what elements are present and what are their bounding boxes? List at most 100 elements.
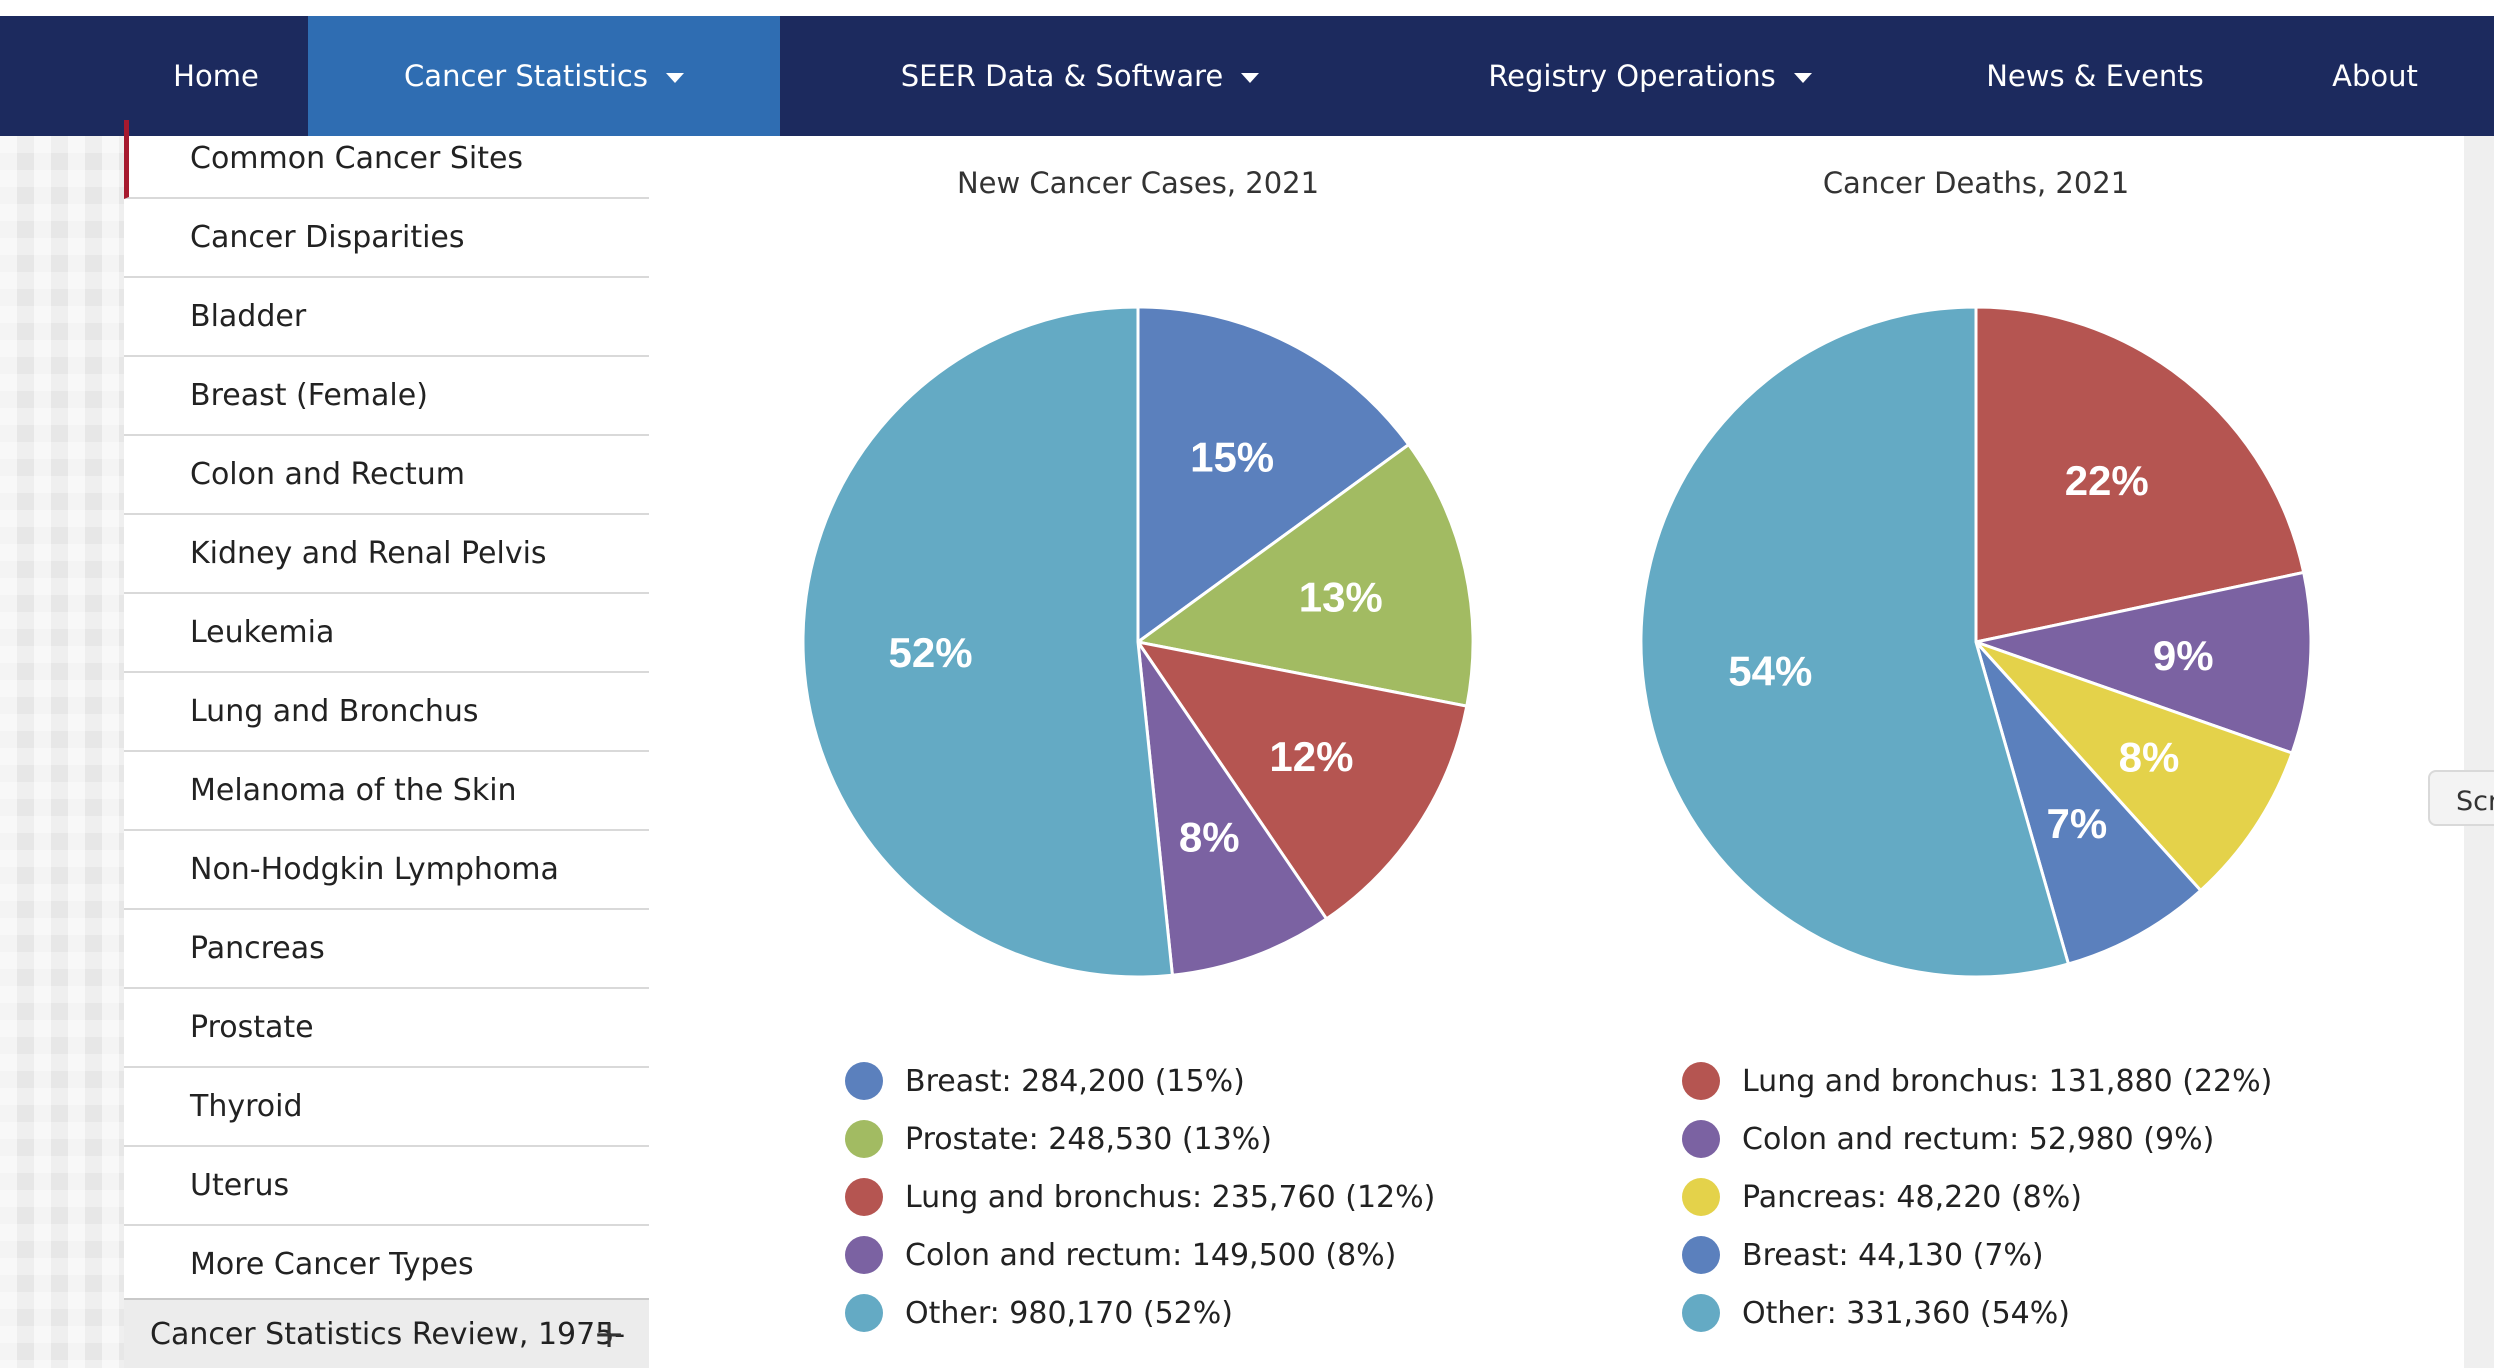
legend-item-lung-and-bronchus[interactable]: Lung and bronchus: 131,880 (22%) xyxy=(1682,1052,2272,1110)
background-pattern xyxy=(0,136,124,1368)
pie-slice-label-other: 54% xyxy=(1728,647,1812,694)
legend-color-swatch xyxy=(845,1120,883,1158)
legend-color-swatch xyxy=(845,1294,883,1332)
pie-slice-label-other: 52% xyxy=(889,629,973,676)
legend-item-other[interactable]: Other: 331,360 (54%) xyxy=(1682,1284,2272,1342)
pie-slice-label-breast: 7% xyxy=(2047,800,2108,847)
legend-label: Breast: 284,200 (15%) xyxy=(905,1063,1245,1099)
sidebar: Common Cancer Sites Cancer Disparities B… xyxy=(124,120,649,1368)
chevron-down-icon xyxy=(1241,73,1260,83)
sidebar-item-lung-and-bronchus[interactable]: Lung and Bronchus xyxy=(124,673,649,752)
sidebar-item-cancer-disparities[interactable]: Cancer Disparities xyxy=(124,199,649,278)
pie-slice-label-pancreas: 8% xyxy=(2119,733,2180,780)
sidebar-item-prostate[interactable]: Prostate xyxy=(124,989,649,1068)
top-strip xyxy=(0,0,2494,16)
pie-chart-deaths: 22% 9% 8%7% 54% xyxy=(1639,305,2313,979)
legend-new-cases: Breast: 284,200 (15%) Prostate: 248,530 (… xyxy=(845,1052,1435,1342)
pie-slice-label-breast: 15% xyxy=(1190,433,1274,480)
nav-seer-data-software-label: SEER Data & Software xyxy=(900,59,1224,93)
sidebar-item-label: Melanoma of the Skin xyxy=(190,773,517,808)
legend-item-pancreas[interactable]: Pancreas: 48,220 (8%) xyxy=(1682,1168,2272,1226)
legend-color-swatch xyxy=(1682,1294,1720,1332)
legend-color-swatch xyxy=(845,1178,883,1216)
sidebar-item-label: Prostate xyxy=(190,1010,314,1045)
legend-label: Colon and rectum: 149,500 (8%) xyxy=(905,1237,1397,1273)
sidebar-item-pancreas[interactable]: Pancreas xyxy=(124,910,649,989)
legend-item-colon-and-rectum[interactable]: Colon and rectum: 149,500 (8%) xyxy=(845,1226,1435,1284)
legend-label: Other: 331,360 (54%) xyxy=(1742,1295,2070,1331)
expand-plus-icon[interactable]: + xyxy=(593,1312,625,1356)
sidebar-item-label: Pancreas xyxy=(190,931,325,966)
nav-about-label: About xyxy=(2332,59,2418,93)
nav-home[interactable]: Home xyxy=(124,16,308,136)
pie-slice-label-colon-and-rectum: 8% xyxy=(1179,814,1240,861)
sidebar-item-thyroid[interactable]: Thyroid xyxy=(124,1068,649,1147)
sidebar-item-label: Leukemia xyxy=(190,615,335,650)
pie-slice-label-prostate: 13% xyxy=(1299,573,1383,620)
legend-item-prostate[interactable]: Prostate: 248,530 (13%) xyxy=(845,1110,1435,1168)
legend-item-breast[interactable]: Breast: 284,200 (15%) xyxy=(845,1052,1435,1110)
nav-cancer-statistics[interactable]: Cancer Statistics xyxy=(308,16,780,136)
sidebar-item-label: Common Cancer Sites xyxy=(190,141,524,176)
legend-label: Breast: 44,130 (7%) xyxy=(1742,1237,2044,1273)
legend-color-swatch xyxy=(1682,1062,1720,1100)
sidebar-item-label: Non-Hodgkin Lymphoma xyxy=(190,852,559,887)
legend-label: Prostate: 248,530 (13%) xyxy=(905,1121,1272,1157)
legend-color-swatch xyxy=(845,1236,883,1274)
nav-cancer-statistics-label: Cancer Statistics xyxy=(404,59,648,93)
sidebar-item-non-hodgkin-lymphoma[interactable]: Non-Hodgkin Lymphoma xyxy=(124,831,649,910)
sidebar-review-label: Cancer Statistics Review, 1975- xyxy=(150,1316,626,1352)
chevron-down-icon xyxy=(1793,73,1812,83)
nav-seer-data-software[interactable]: SEER Data & Software xyxy=(880,16,1280,136)
nav-home-label: Home xyxy=(173,59,259,93)
chart-title-new-cases: New Cancer Cases, 2021 xyxy=(956,166,1320,200)
nav-news-events[interactable]: News & Events xyxy=(1960,16,2230,136)
legend-label: Lung and bronchus: 235,760 (12%) xyxy=(905,1179,1436,1215)
sidebar-item-label: Uterus xyxy=(190,1168,290,1203)
sidebar-item-label: Thyroid xyxy=(190,1089,303,1124)
sidebar-item-label: Cancer Disparities xyxy=(190,220,465,255)
pie-slice-label-lung-and-bronchus: 12% xyxy=(1269,733,1353,780)
sidebar-item-label: Kidney and Renal Pelvis xyxy=(190,536,547,571)
sidebar-item-label: More Cancer Types xyxy=(190,1247,474,1282)
legend-label: Pancreas: 48,220 (8%) xyxy=(1742,1179,2082,1215)
sidebar-item-label: Colon and Rectum xyxy=(190,457,465,492)
pie-chart-new-cases: 15% 13% 12% 8% 52% xyxy=(801,305,1475,979)
sidebar-item-colon-and-rectum[interactable]: Colon and Rectum xyxy=(124,436,649,515)
pie-slice-other[interactable] xyxy=(801,305,1175,979)
sidebar-item-common-cancer-sites[interactable]: Common Cancer Sites xyxy=(124,120,649,199)
scroll-to-top-tab[interactable]: Scr xyxy=(2428,770,2494,826)
main-navigation: Home Cancer Statistics SEER Data & Softw… xyxy=(0,16,2494,136)
sidebar-item-melanoma-of-the-skin[interactable]: Melanoma of the Skin xyxy=(124,752,649,831)
sidebar-item-cancer-statistics-review[interactable]: Cancer Statistics Review, 1975- + xyxy=(124,1298,649,1368)
sidebar-item-uterus[interactable]: Uterus xyxy=(124,1147,649,1226)
sidebar-item-kidney-and-renal-pelvis[interactable]: Kidney and Renal Pelvis xyxy=(124,515,649,594)
legend-color-swatch xyxy=(1682,1178,1720,1216)
chevron-down-icon xyxy=(665,73,684,83)
nav-news-events-label: News & Events xyxy=(1986,59,2204,93)
sidebar-item-label: Lung and Bronchus xyxy=(190,694,479,729)
legend-color-swatch xyxy=(1682,1120,1720,1158)
nav-about[interactable]: About xyxy=(2290,16,2460,136)
nav-registry-operations-label: Registry Operations xyxy=(1488,59,1776,93)
sidebar-item-label: Breast (Female) xyxy=(190,378,428,413)
legend-item-colon-and-rectum[interactable]: Colon and rectum: 52,980 (9%) xyxy=(1682,1110,2272,1168)
sidebar-item-bladder[interactable]: Bladder xyxy=(124,278,649,357)
sidebar-item-label: Bladder xyxy=(190,299,307,334)
legend-label: Colon and rectum: 52,980 (9%) xyxy=(1742,1121,2215,1157)
legend-item-other[interactable]: Other: 980,170 (52%) xyxy=(845,1284,1435,1342)
legend-item-lung-and-bronchus[interactable]: Lung and bronchus: 235,760 (12%) xyxy=(845,1168,1435,1226)
nav-registry-operations[interactable]: Registry Operations xyxy=(1450,16,1850,136)
legend-color-swatch xyxy=(1682,1236,1720,1274)
legend-item-breast[interactable]: Breast: 44,130 (7%) xyxy=(1682,1226,2272,1284)
chart-title-deaths: Cancer Deaths, 2021 xyxy=(1822,166,2130,200)
legend-color-swatch xyxy=(845,1062,883,1100)
legend-label: Other: 980,170 (52%) xyxy=(905,1295,1233,1331)
pie-slice-label-colon-and-rectum: 9% xyxy=(2153,632,2214,679)
sidebar-item-breast-female[interactable]: Breast (Female) xyxy=(124,357,649,436)
sidebar-item-more-cancer-types[interactable]: More Cancer Types xyxy=(124,1226,649,1305)
sidebar-item-leukemia[interactable]: Leukemia xyxy=(124,594,649,673)
legend-label: Lung and bronchus: 131,880 (22%) xyxy=(1742,1063,2273,1099)
page-right-margin xyxy=(2464,136,2494,1368)
pie-slice-label-lung-and-bronchus: 22% xyxy=(2065,457,2149,504)
